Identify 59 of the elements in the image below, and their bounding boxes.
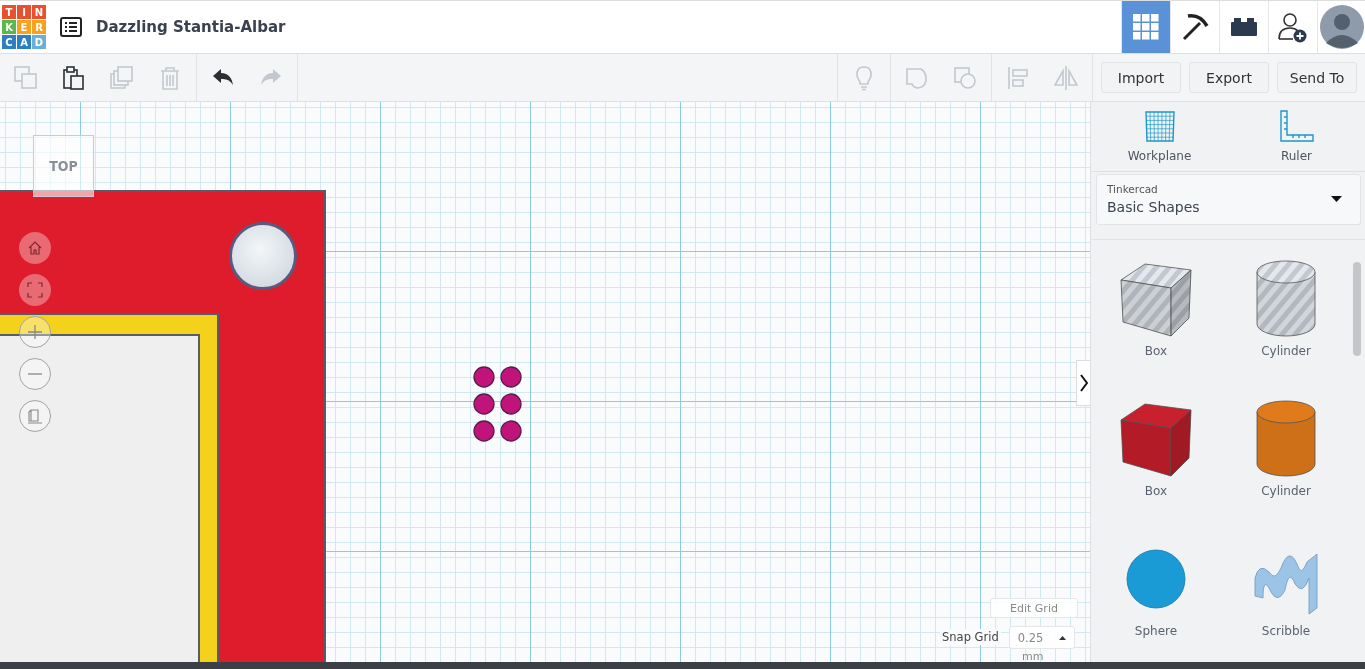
dot-cluster-shape[interactable]: [473, 366, 523, 443]
perspective-button[interactable]: [19, 400, 51, 432]
mirror-icon: [1053, 64, 1079, 91]
minus-icon: [28, 373, 42, 375]
copy-icon: [13, 64, 39, 91]
fit-view-icon: [27, 282, 43, 298]
design-title[interactable]: Dazzling Stantia-Albar: [96, 18, 286, 36]
library-name: Basic Shapes: [1107, 199, 1200, 216]
shape-tile[interactable]: Box: [1091, 398, 1221, 522]
add-user-icon: [1277, 11, 1309, 43]
view-cube-label: TOP: [49, 158, 78, 174]
action-button[interactable]: Send To: [1277, 62, 1357, 93]
chevron-right-icon: [1079, 374, 1088, 392]
workplane-tool-button[interactable]: Workplane: [1109, 109, 1210, 164]
snap-grid-select[interactable]: 0.25: [1008, 626, 1075, 649]
shape-library-dropdown[interactable]: Tinkercad Basic Shapes: [1096, 173, 1361, 225]
workplane-grid[interactable]: TOP Edit Grid Snap Grid 0.25 mm: [0, 102, 1090, 662]
view-cube[interactable]: TOP: [33, 135, 94, 197]
ungroup-icon: [952, 64, 978, 91]
action-button[interactable]: Import: [1101, 62, 1181, 93]
ruler-icon: [1278, 109, 1315, 144]
logo[interactable]: T I N K E R C A D: [2, 5, 46, 49]
shape-label: Cylinder: [1261, 484, 1311, 498]
shape-label: Box: [1144, 484, 1168, 498]
pickaxe-icon: [1180, 12, 1210, 42]
home-icon: [27, 240, 43, 256]
shape-label: Cylinder: [1261, 344, 1311, 358]
model-drawing[interactable]: [0, 190, 326, 662]
duplicate-icon: [109, 64, 135, 91]
design-list-icon[interactable]: [60, 17, 82, 37]
ruler-tool-button[interactable]: Ruler: [1246, 109, 1347, 164]
cube-icon: [27, 408, 43, 424]
shape-tile[interactable]: Cylinder: [1221, 398, 1351, 522]
shape-label: Box: [1144, 344, 1168, 358]
shape-tile[interactable]: Box: [1091, 258, 1221, 382]
plus-icon: [28, 325, 42, 339]
caret-up-icon: [1058, 635, 1066, 640]
align-icon: [1005, 64, 1031, 91]
action-button[interactable]: Export: [1189, 62, 1269, 93]
zoom-out-button[interactable]: [19, 358, 51, 390]
snap-grid-label: Snap Grid: [940, 629, 1001, 645]
avatar-button[interactable]: [1317, 1, 1365, 53]
shape-tile[interactable]: Cylinder: [1221, 258, 1351, 382]
shape-tile[interactable]: Scribble: [1221, 538, 1351, 662]
dropdown-caret-icon: [1331, 196, 1342, 203]
library-source-label: Tinkercad: [1107, 183, 1159, 196]
snap-grid-unit: mm: [1022, 650, 1044, 662]
workplane-icon: [1142, 109, 1177, 144]
zoom-in-button[interactable]: [19, 316, 51, 348]
shape-tile[interactable]: Sphere: [1091, 538, 1221, 662]
shape-label: Scribble: [1261, 624, 1311, 638]
edit-grid-button[interactable]: Edit Grid: [990, 598, 1078, 618]
shape-label: Sphere: [1134, 624, 1178, 638]
paste-icon: [61, 64, 87, 91]
grid-icon: [1133, 14, 1159, 40]
avatar-icon: [1319, 5, 1364, 49]
scrollbar[interactable]: [1353, 262, 1361, 356]
brick-icon: [1230, 17, 1258, 37]
panel-collapse-button[interactable]: [1076, 360, 1090, 406]
